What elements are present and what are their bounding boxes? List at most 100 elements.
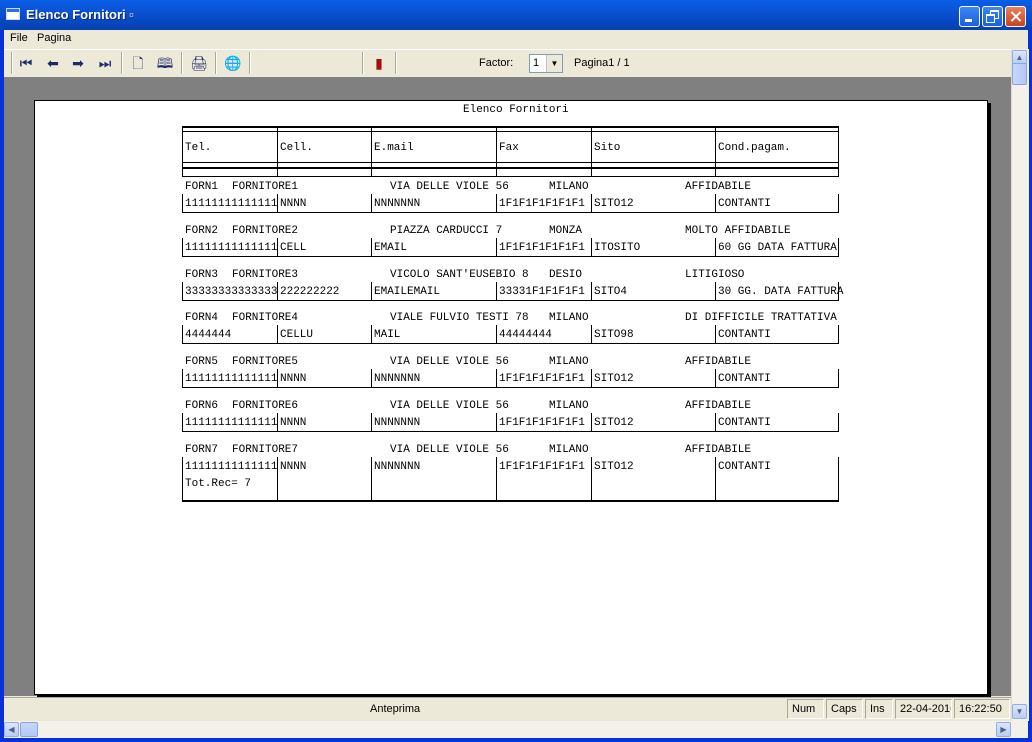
menu-pagina[interactable]: Pagina — [35, 32, 73, 44]
toolbar-separator — [215, 52, 217, 74]
column-divider — [591, 238, 592, 256]
record-name: FORNITORE1 — [232, 181, 299, 193]
record-fax: 1F1F1F1F1F1F1 — [499, 373, 585, 385]
column-divider — [371, 413, 372, 431]
column-divider — [838, 282, 839, 300]
record-site: SITO12 — [594, 373, 634, 385]
first-page-icon[interactable]: ⏮ — [17, 54, 35, 72]
column-divider — [496, 369, 497, 387]
column-divider — [591, 325, 592, 343]
column-divider — [182, 457, 183, 500]
status-caps: Caps — [826, 699, 863, 719]
record-name: FORNITORE6 — [232, 400, 299, 412]
record-cell: CELL — [280, 242, 307, 254]
title-bar[interactable] — [0, 0, 1032, 30]
record-cell: NNNN — [280, 461, 307, 473]
record-payment: CONTANTI — [718, 198, 771, 210]
record-code: FORN6 — [185, 400, 219, 412]
header-cell: Cell. — [280, 142, 314, 154]
column-divider — [715, 369, 716, 387]
scroll-left-button[interactable]: ◀ — [4, 722, 19, 737]
record-code: FORN5 — [185, 356, 219, 368]
record-fax: 1F1F1F1F1F1F1 — [499, 198, 585, 210]
record-city: DESIO — [549, 269, 583, 281]
record-code: FORN4 — [185, 312, 219, 324]
restore-button[interactable] — [982, 6, 1003, 27]
record-rating: LITIGIOSO — [685, 269, 745, 281]
export-icon[interactable]: 🌐 — [224, 54, 242, 72]
header-tel: Tel. — [185, 142, 212, 154]
column-divider — [838, 325, 839, 343]
record-city: MILANO — [549, 356, 589, 368]
record-payment: 30 GG. DATA FATTURA — [718, 286, 844, 298]
single-page-icon[interactable]: 🗋 — [129, 54, 147, 72]
record-name: FORNITORE4 — [232, 312, 299, 324]
header-cond-pagam: Cond.pagam. — [718, 142, 791, 154]
status-mode: Anteprima — [370, 703, 421, 715]
vertical-scroll-thumb[interactable] — [1012, 63, 1027, 85]
row-separator — [182, 300, 839, 301]
next-page-icon[interactable]: ➡ — [69, 54, 87, 72]
record-rating: AFFIDABILE — [685, 444, 752, 456]
record-site: ITOSITO — [594, 242, 641, 254]
column-divider — [371, 457, 372, 500]
toolbar-separator — [362, 52, 364, 74]
record-site: SITO12 — [594, 198, 634, 210]
header-email: E.mail — [374, 142, 414, 154]
factor-value: 1 — [533, 57, 540, 69]
column-divider — [371, 126, 372, 176]
record-rating: AFFIDABILE — [685, 181, 752, 193]
record-email: NNNNNNN — [374, 461, 421, 473]
horizontal-scrollbar[interactable] — [4, 721, 1028, 738]
chevron-down-icon[interactable]: ▼ — [546, 55, 562, 72]
column-divider — [715, 413, 716, 431]
column-divider — [182, 126, 183, 176]
record-cell: 222222222 — [280, 286, 340, 298]
toolbar-separator — [121, 52, 123, 74]
column-divider — [277, 413, 278, 431]
header-rule — [182, 167, 839, 169]
scroll-down-button[interactable]: ▼ — [1012, 704, 1027, 719]
column-divider — [838, 238, 839, 256]
exit-icon[interactable]: ▮ — [370, 54, 388, 72]
record-tel: 11111111111111 — [185, 461, 278, 473]
column-divider — [838, 457, 839, 500]
close-button[interactable] — [1005, 6, 1026, 27]
record-address: VICOLO SANT'EUSEBIO 8 — [390, 269, 529, 281]
column-divider — [838, 369, 839, 387]
menu-file[interactable]: File — [8, 32, 30, 44]
record-code: FORN2 — [185, 225, 219, 237]
record-cell: NNNN — [280, 198, 307, 210]
print-icon[interactable]: 🖨 — [190, 54, 208, 72]
scroll-right-button[interactable]: ▶ — [996, 722, 1011, 737]
record-site: SITO12 — [594, 417, 634, 429]
column-divider — [371, 238, 372, 256]
last-page-icon[interactable]: ⏭ — [96, 54, 114, 72]
record-tel: 11111111111111 — [185, 417, 278, 429]
record-cell: CELLU — [280, 329, 314, 341]
two-pages-icon[interactable]: 🕮 — [156, 54, 174, 72]
record-payment: CONTANTI — [718, 373, 771, 385]
toolbar-separator — [181, 52, 183, 74]
record-name: FORNITORE2 — [232, 225, 299, 237]
column-divider — [496, 325, 497, 343]
header-fax: Fax — [499, 142, 519, 154]
column-divider — [371, 194, 372, 212]
window-title: Elenco Fornitori ▫ — [26, 7, 134, 22]
column-divider — [371, 369, 372, 387]
window-frame-bottom — [0, 738, 1032, 742]
record-city: MILANO — [549, 181, 589, 193]
record-fax: 44444444 — [499, 329, 552, 341]
record-rating: AFFIDABILE — [685, 400, 752, 412]
column-divider — [496, 413, 497, 431]
minimize-button[interactable] — [959, 6, 980, 27]
prev-page-icon[interactable]: ⬅ — [44, 54, 62, 72]
column-divider — [838, 126, 839, 176]
status-num: Num — [787, 699, 824, 719]
horizontal-scroll-thumb[interactable] — [20, 722, 38, 737]
column-divider — [591, 413, 592, 431]
column-divider — [591, 282, 592, 300]
record-tel: 4444444 — [185, 329, 232, 341]
record-site: SITO98 — [594, 329, 634, 341]
vertical-scrollbar[interactable] — [1011, 49, 1029, 721]
